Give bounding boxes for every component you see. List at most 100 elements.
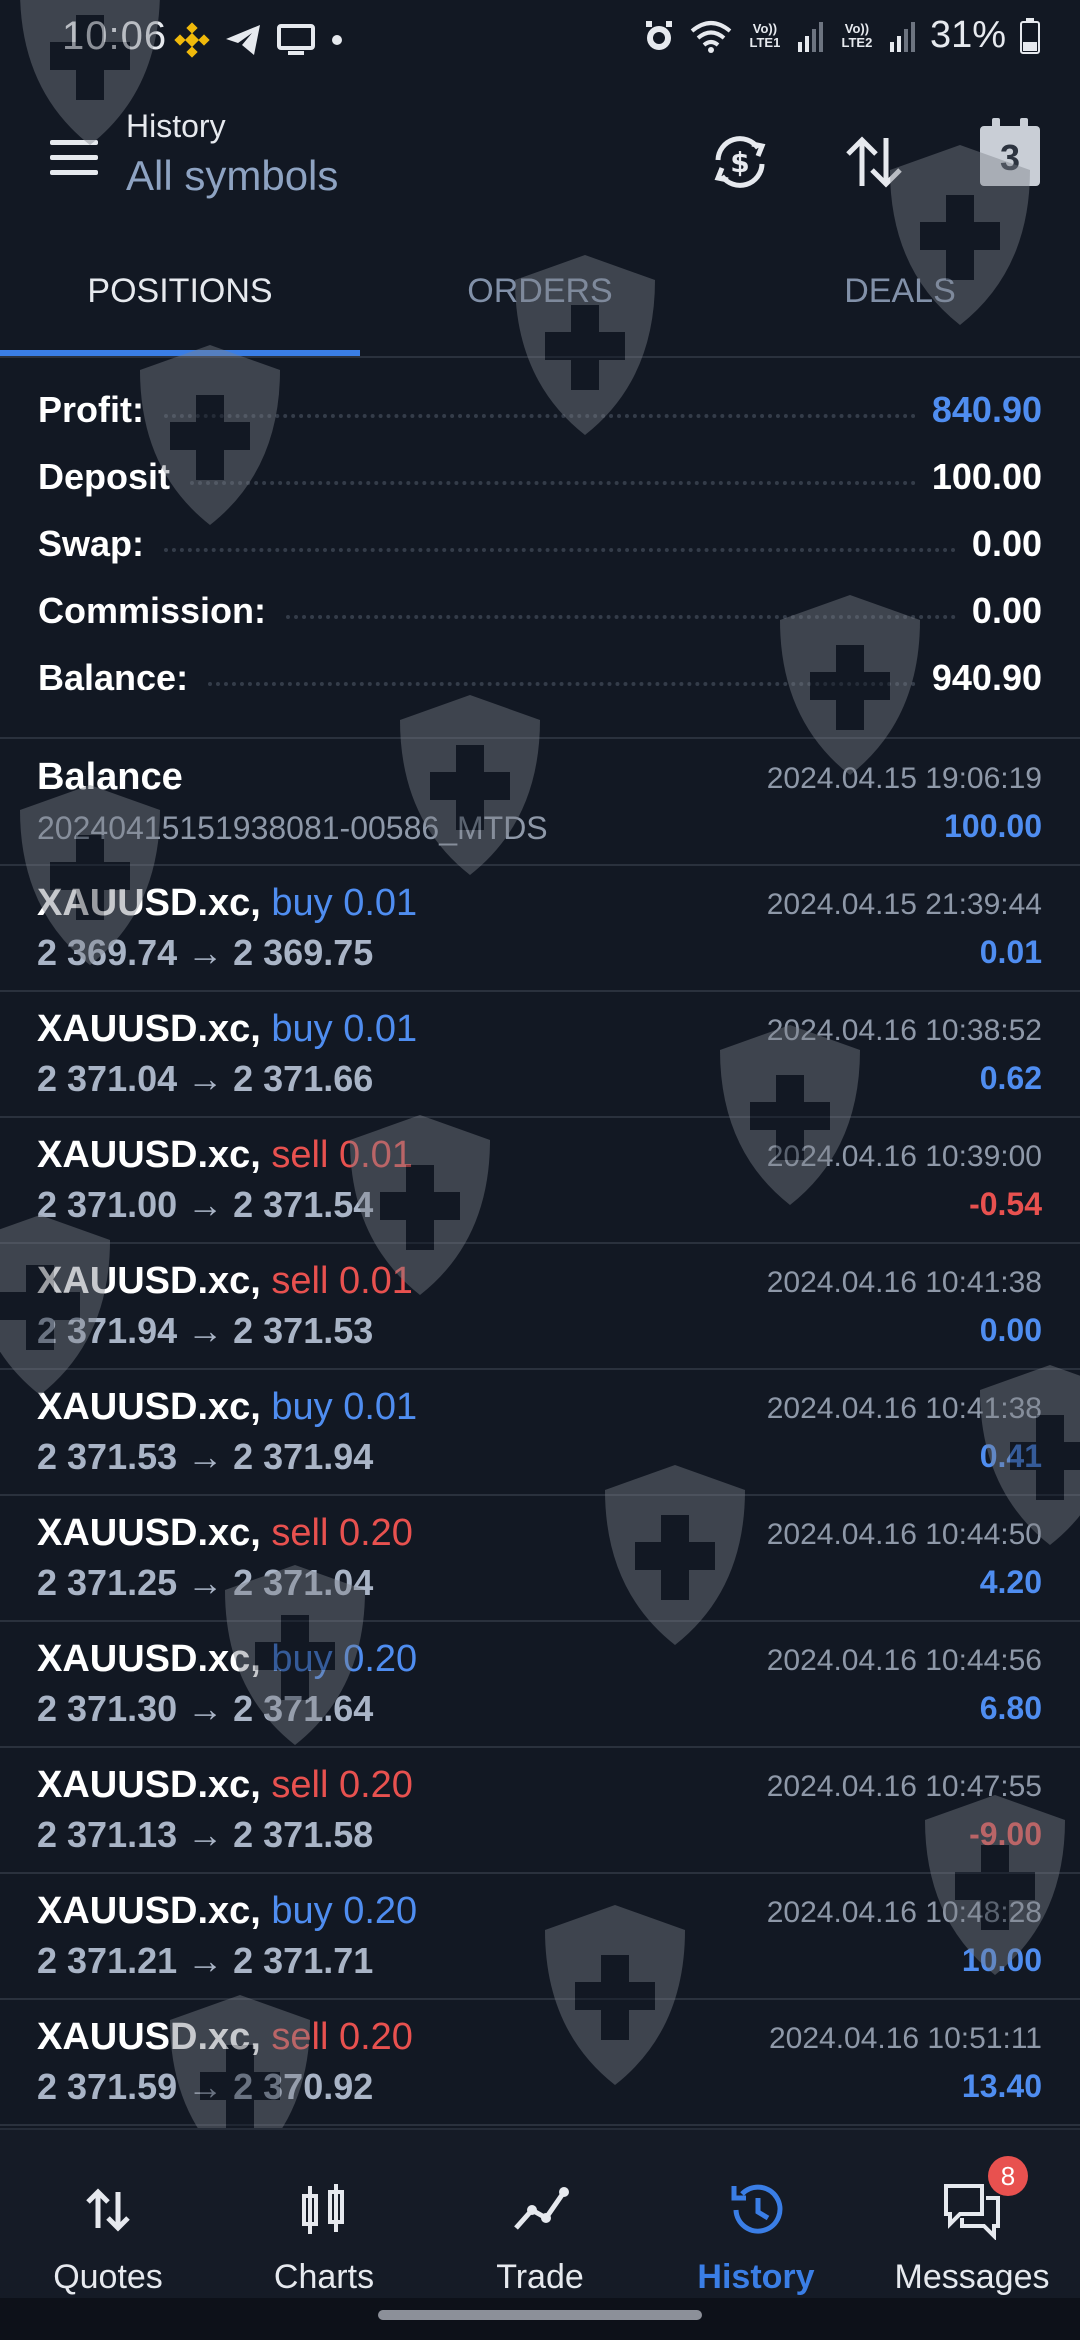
summary-value: 940.90 <box>931 656 1042 698</box>
summary-label: Swap: <box>38 522 145 564</box>
row-prices: 2 371.21 → 2 371.71 <box>37 1940 374 1981</box>
symbol-name: XAUUSD.xc, <box>37 2016 261 2058</box>
dotted-leader <box>164 547 956 552</box>
tab-deals[interactable]: DEALS <box>720 250 1080 356</box>
app-bar: History All symbols $ 3 <box>0 90 1080 220</box>
row-profit: -9.00 <box>969 1816 1042 1852</box>
nav-history[interactable]: History <box>648 2130 864 2298</box>
nav-label: History <box>697 2258 815 2296</box>
summary-label: Deposit <box>38 455 171 497</box>
dot-icon <box>332 35 342 45</box>
summary-commission: Commission: 0.00 <box>0 577 1080 644</box>
row-prices: 2 371.94 → 2 371.53 <box>37 1310 374 1351</box>
table-row[interactable]: XAUUSD.xc, sell 0.01 2 371.94 → 2 371.53… <box>0 1244 1080 1370</box>
summary-value: 840.90 <box>931 388 1042 430</box>
symbol-name: XAUUSD.xc, <box>37 1260 261 1302</box>
balance-row[interactable]: Balance 20240415151938081-00586_MTDS 202… <box>0 740 1080 866</box>
row-date: 2024.04.16 10:51:11 <box>768 2022 1042 2055</box>
row-date: 2024.04.16 10:47:55 <box>766 1770 1042 1803</box>
table-row[interactable]: XAUUSD.xc, buy 0.20 2 371.21 → 2 371.71 … <box>0 1874 1080 2000</box>
summary-panel: Profit: 840.90 Deposit 100.00 Swap: 0.00… <box>0 376 1080 711</box>
row-profit: 0.41 <box>979 1438 1042 1474</box>
trade-icon <box>514 2187 569 2230</box>
table-row[interactable]: XAUUSD.xc, buy 0.01 2 369.74 → 2 369.75 … <box>0 866 1080 992</box>
signal2-icon <box>889 21 915 52</box>
summary-profit: Profit: 840.90 <box>0 376 1080 443</box>
gesture-bar[interactable] <box>378 2310 702 2320</box>
battery-percent: 31% <box>929 14 1006 56</box>
dotted-leader <box>190 480 916 485</box>
summary-swap: Swap: 0.00 <box>0 510 1080 577</box>
sort-icon[interactable] <box>842 130 906 194</box>
table-row[interactable]: XAUUSD.xc, sell 0.20 2 371.59 → 2 370.92… <box>0 2000 1080 2126</box>
row-profit: 10.00 <box>961 1942 1042 1978</box>
summary-divider <box>0 737 1080 739</box>
trade-side: buy 0.01 <box>271 1386 418 1428</box>
unread-badge: 8 <box>988 2156 1028 2196</box>
binance-icon <box>174 22 210 58</box>
dotted-leader <box>163 413 916 418</box>
menu-icon[interactable] <box>50 140 98 176</box>
status-time: 10:06 <box>62 14 168 58</box>
nav-charts[interactable]: Charts <box>216 2130 432 2298</box>
row-profit: 0.62 <box>979 1060 1042 1096</box>
nav-label: Trade <box>496 2258 584 2296</box>
currency-exchange-icon[interactable]: $ <box>708 130 772 194</box>
trade-side: sell 0.20 <box>271 1764 413 1806</box>
row-prices: 2 371.13 → 2 371.58 <box>37 1814 374 1855</box>
summary-label: Balance: <box>38 656 189 698</box>
table-row[interactable]: XAUUSD.xc, sell 0.20 2 371.25 → 2 371.04… <box>0 1496 1080 1622</box>
row-prices: 2 371.04 → 2 371.66 <box>37 1058 374 1099</box>
row-date: 2024.04.16 10:41:38 <box>766 1392 1042 1425</box>
bottom-navigation: Quotes Charts Trade History 8 Messages <box>0 2128 1080 2298</box>
row-date: 2024.04.16 10:48:28 <box>766 1896 1042 1929</box>
header-subtitle: History <box>126 108 226 144</box>
row-prices: 2 371.25 → 2 371.04 <box>37 1562 374 1603</box>
trade-side: sell 0.01 <box>271 1134 413 1176</box>
row-symbol: XAUUSD.xc, buy 0.20 <box>37 1638 417 1681</box>
row-symbol: XAUUSD.xc, buy 0.01 <box>37 882 417 925</box>
symbol-name: XAUUSD.xc, <box>37 1764 261 1806</box>
table-row[interactable]: XAUUSD.xc, sell 0.01 2 371.00 → 2 371.54… <box>0 1118 1080 1244</box>
telegram-icon <box>226 25 260 55</box>
charts-icon <box>302 2184 344 2234</box>
nav-trade[interactable]: Trade <box>432 2130 648 2298</box>
svg-text:$: $ <box>730 146 749 179</box>
row-prices: 2 371.00 → 2 371.54 <box>37 1184 374 1225</box>
row-profit: 4.20 <box>979 1564 1042 1600</box>
table-row[interactable]: XAUUSD.xc, buy 0.20 2 371.30 → 2 371.64 … <box>0 1622 1080 1748</box>
trade-side: buy 0.01 <box>271 882 418 924</box>
symbol-filter[interactable]: All symbols <box>126 152 338 200</box>
row-date: 2024.04.16 10:39:00 <box>766 1140 1042 1173</box>
dotted-leader <box>286 614 956 619</box>
tab-positions[interactable]: POSITIONS <box>0 250 360 356</box>
trade-side: buy 0.20 <box>271 1638 418 1680</box>
summary-label: Commission: <box>38 589 267 631</box>
summary-value: 0.00 <box>971 589 1042 631</box>
history-list: Balance 20240415151938081-00586_MTDS 202… <box>0 740 1080 2126</box>
row-date: 2024.04.16 10:44:50 <box>766 1518 1042 1551</box>
battery-icon <box>1020 17 1040 54</box>
nav-label: Messages <box>894 2258 1050 2296</box>
symbol-name: XAUUSD.xc, <box>37 1638 261 1680</box>
trade-side: sell 0.20 <box>271 2016 413 2058</box>
trade-side: buy 0.01 <box>271 1008 418 1050</box>
row-profit: 100.00 <box>944 808 1042 844</box>
tab-orders[interactable]: ORDERS <box>360 250 720 356</box>
row-date: 2024.04.15 21:39:44 <box>766 888 1042 921</box>
nav-quotes[interactable]: Quotes <box>0 2130 216 2298</box>
row-profit: 0.00 <box>979 1312 1042 1348</box>
table-row[interactable]: XAUUSD.xc, sell 0.20 2 371.13 → 2 371.58… <box>0 1748 1080 1874</box>
table-row[interactable]: XAUUSD.xc, buy 0.01 2 371.53 → 2 371.94 … <box>0 1370 1080 1496</box>
calendar-icon[interactable]: 3 <box>980 118 1040 186</box>
status-bar: 10:06 Vo)) LTE1 Vo)) LTE2 31% <box>0 0 1080 80</box>
alarm-icon <box>645 20 672 50</box>
row-symbol: XAUUSD.xc, sell 0.20 <box>37 2016 413 2059</box>
signal1-icon <box>797 21 823 52</box>
summary-label: Profit: <box>38 388 144 430</box>
trade-side: sell 0.01 <box>271 1260 413 1302</box>
table-row[interactable]: XAUUSD.xc, buy 0.01 2 371.04 → 2 371.66 … <box>0 992 1080 1118</box>
nav-messages[interactable]: 8 Messages <box>864 2130 1080 2298</box>
trade-side: sell 0.20 <box>271 1512 413 1554</box>
row-profit: -0.54 <box>969 1186 1042 1222</box>
